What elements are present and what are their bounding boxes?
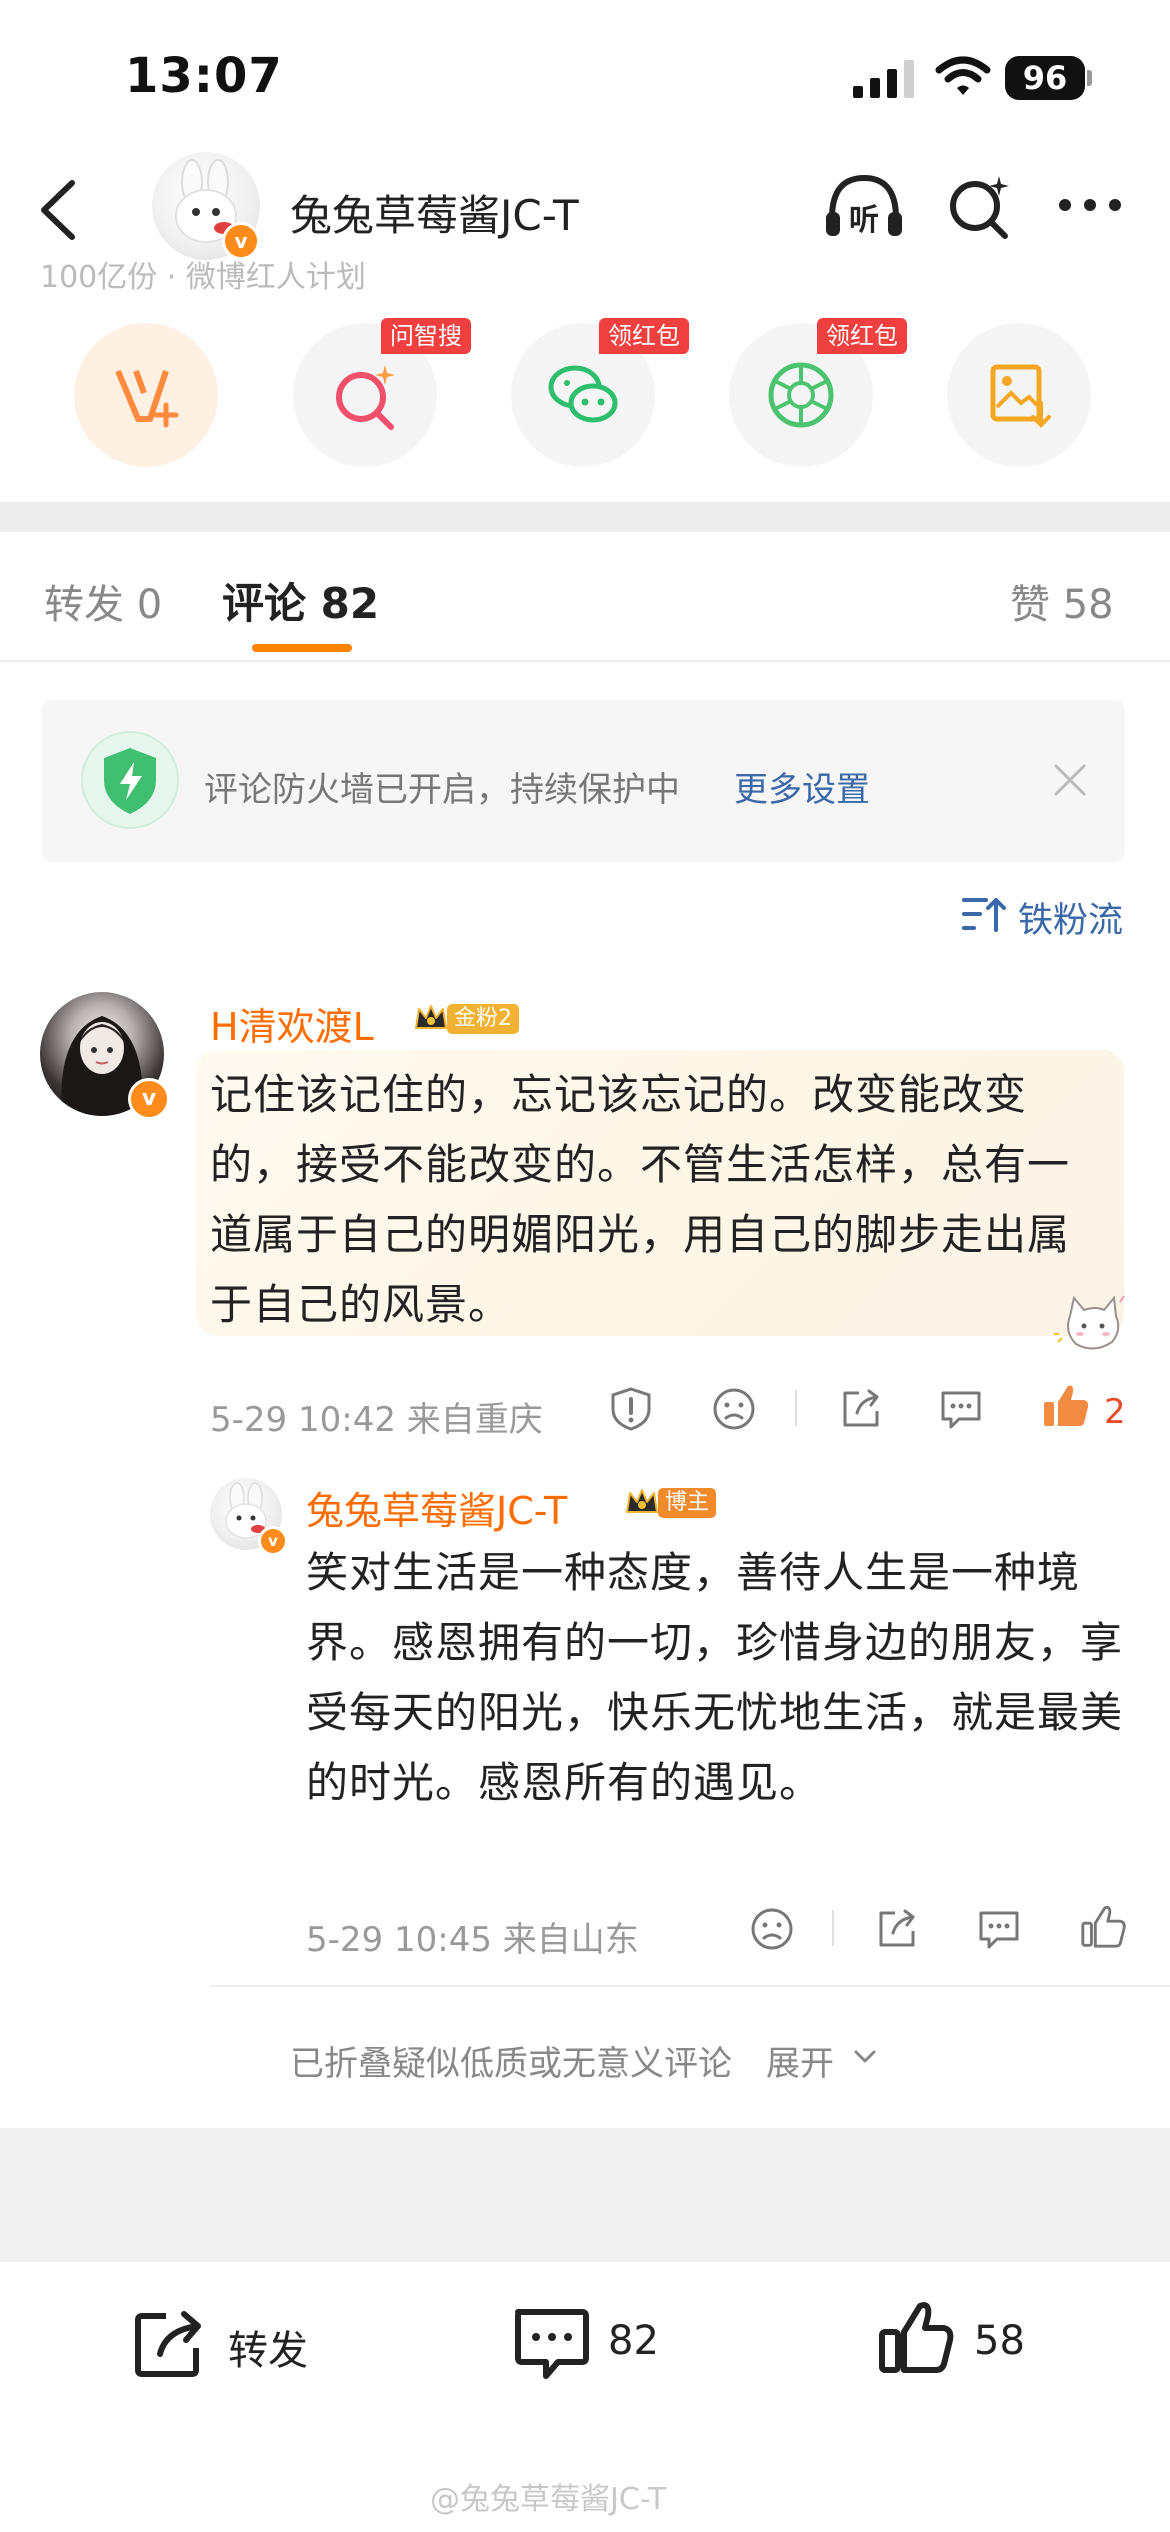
footer-spacer xyxy=(0,2128,1170,2262)
status-time: 13:07 xyxy=(125,48,283,104)
close-icon[interactable] xyxy=(1050,760,1090,800)
reply-author-name[interactable]: 兔兔草莓酱JC-T xyxy=(306,1480,567,1535)
vplus-button[interactable] xyxy=(74,323,218,467)
cellular-signal-icon xyxy=(853,60,914,98)
tab-likes[interactable]: 赞 58 xyxy=(1010,572,1114,630)
action-separator xyxy=(832,1910,834,1946)
moments-share-button[interactable]: 领红包 xyxy=(729,318,907,467)
wechat-badge: 领红包 xyxy=(599,318,689,354)
dislike-icon[interactable] xyxy=(710,1385,758,1433)
reply-divider xyxy=(210,1985,1170,1987)
firewall-settings-link[interactable]: 更多设置 xyxy=(734,762,870,811)
commenter-name[interactable]: H清欢渡L xyxy=(210,996,374,1051)
author-badge-label: 博主 xyxy=(658,1488,717,1518)
comment-meta: 5-29 10:42 来自重庆 xyxy=(210,1400,543,1440)
firewall-status-text: 评论防火墙已开启，持续保护中 xyxy=(204,770,680,810)
like-icon[interactable] xyxy=(876,2298,956,2378)
listen-button[interactable]: 听 xyxy=(822,170,907,245)
save-image-button[interactable] xyxy=(947,323,1091,467)
expand-folded-button[interactable]: 展开 xyxy=(766,2036,834,2085)
tab-comments[interactable]: 评论 82 xyxy=(222,570,379,631)
header-faded-subtitle: 100亿份 · 微博红人计划 xyxy=(40,260,366,295)
svg-text:听: 听 xyxy=(849,203,879,238)
header-username[interactable]: 兔兔草莓酱JC-T xyxy=(290,182,579,243)
active-tab-indicator xyxy=(252,644,352,652)
more-options-button[interactable] xyxy=(1055,195,1125,215)
ai-search-button[interactable]: 问智搜 xyxy=(293,318,471,467)
ai-search-icon xyxy=(336,365,395,430)
action-separator xyxy=(795,1390,797,1426)
reply-icon[interactable] xyxy=(937,1385,985,1433)
shield-icon xyxy=(81,731,179,829)
sort-label: 铁粉流 xyxy=(1018,901,1124,941)
wechat-icon xyxy=(548,365,618,423)
moments-badge: 领红包 xyxy=(817,318,907,354)
like-icon[interactable] xyxy=(1040,1380,1092,1432)
wechat-share-button[interactable]: 领红包 xyxy=(511,318,689,467)
reply-meta: 5-29 10:45 来自山东 xyxy=(306,1920,639,1960)
verified-badge-icon: v xyxy=(128,1078,170,1120)
section-divider xyxy=(0,502,1170,532)
comment-icon[interactable] xyxy=(510,2302,590,2382)
vplus-icon xyxy=(115,369,179,428)
chevron-down-icon[interactable] xyxy=(850,2044,880,2068)
battery-tip xyxy=(1087,70,1092,86)
reply-icon[interactable] xyxy=(975,1905,1023,1953)
tab-repost[interactable]: 转发 0 xyxy=(44,572,162,630)
repost-icon[interactable] xyxy=(132,2308,208,2380)
moments-icon xyxy=(768,362,834,428)
comment-text[interactable]: 记住该记住的，忘记该忘记的。改变能改变的，接受不能改变的。不管生活怎样，总有一道… xyxy=(210,1060,1090,1340)
bottom-comment-count[interactable]: 82 xyxy=(608,2318,659,2364)
save-image-icon xyxy=(990,364,1051,428)
tab-divider xyxy=(0,660,1170,662)
sort-icon xyxy=(962,898,1006,932)
bottom-like-count[interactable]: 58 xyxy=(974,2318,1025,2364)
comment-like-count: 2 xyxy=(1104,1392,1126,1432)
wifi-icon xyxy=(935,56,991,95)
back-button[interactable] xyxy=(30,175,90,245)
verified-badge-icon: v xyxy=(258,1526,288,1556)
report-icon[interactable] xyxy=(607,1385,655,1433)
battery-indicator: 96 xyxy=(1005,56,1085,100)
folded-comments-notice: 已折叠疑似低质或无意义评论 xyxy=(290,2044,732,2084)
share-icon[interactable] xyxy=(873,1905,921,1953)
watermark: @兔兔草莓酱JC-T xyxy=(430,2482,667,2517)
cat-sticker-icon xyxy=(1054,1295,1125,1350)
crown-icon xyxy=(415,1005,447,1029)
share-icon[interactable] xyxy=(837,1385,885,1433)
dislike-icon[interactable] xyxy=(748,1905,796,1953)
fan-level-label: 金粉2 xyxy=(447,1004,519,1034)
like-icon[interactable] xyxy=(1078,1902,1128,1952)
search-button[interactable] xyxy=(945,170,1015,245)
ai-search-badge: 问智搜 xyxy=(381,318,471,354)
bottom-repost-label[interactable]: 转发 xyxy=(228,2318,308,2376)
reply-text[interactable]: 笑对生活是一种态度，善待人生是一种境界。感恩拥有的一切，珍惜身边的朋友，享受每天… xyxy=(306,1538,1126,1818)
crown-icon xyxy=(626,1489,658,1513)
